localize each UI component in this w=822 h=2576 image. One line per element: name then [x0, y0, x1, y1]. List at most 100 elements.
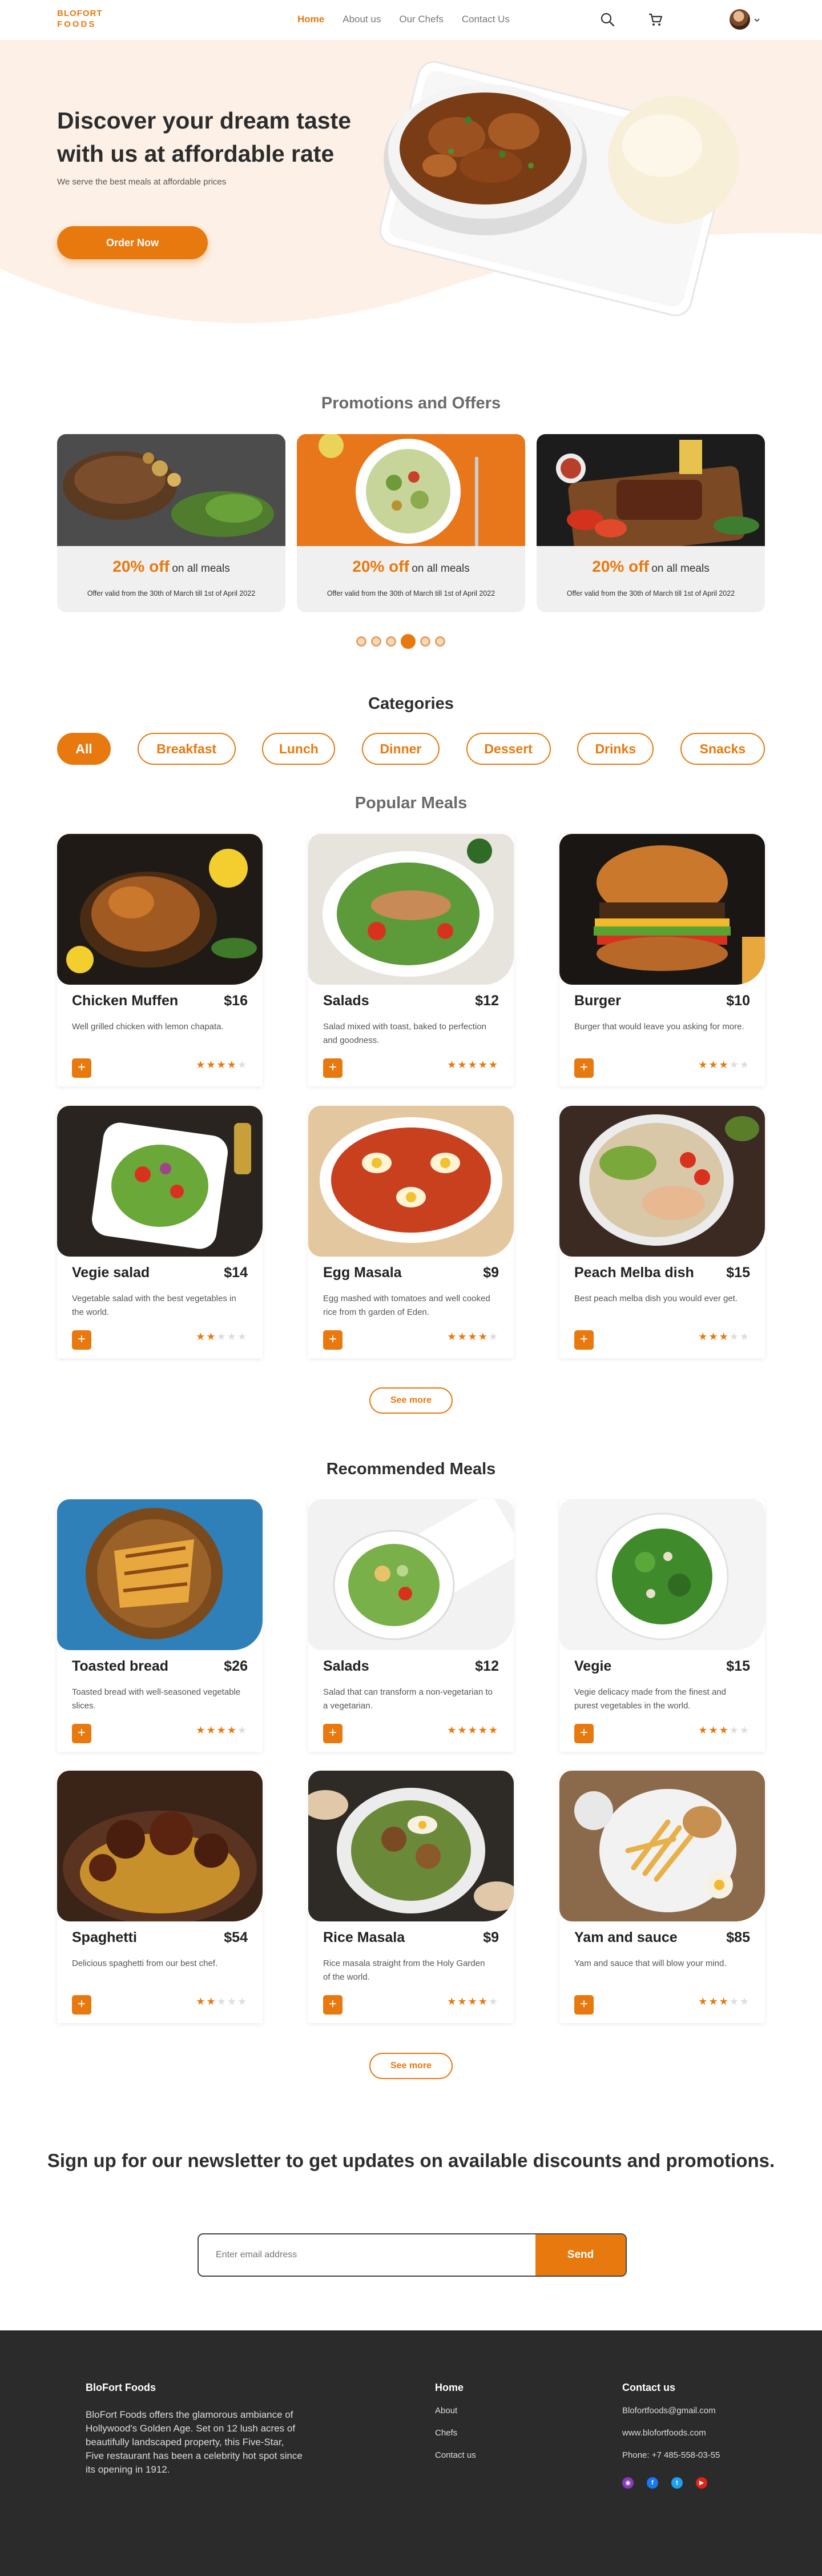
meal-image-rice-masala	[308, 1771, 514, 1921]
meal-card[interactable]: Vegie salad $14 Vegetable salad with the…	[57, 1106, 263, 1358]
footer-contact-heading: Contact us	[622, 2382, 676, 2393]
star-filled-icon: ★	[478, 1996, 489, 2007]
meal-card[interactable]: Rice Masala $9 Rice masala straight from…	[308, 1771, 514, 2023]
meal-card[interactable]: Toasted bread $26 Toasted bread with wel…	[57, 1499, 263, 1752]
user-avatar[interactable]	[730, 9, 750, 30]
hero-food-image	[379, 61, 739, 316]
category-dinner[interactable]: Dinner	[361, 733, 440, 765]
star-rating: ★★★★★	[447, 1724, 499, 1736]
meal-card[interactable]: Chicken Muffen $16 Well grilled chicken …	[57, 834, 263, 1086]
newsletter-send-button[interactable]: Send	[535, 2234, 626, 2276]
meal-name: Salads	[323, 993, 369, 1009]
cart-icon[interactable]	[647, 11, 663, 27]
footer-website[interactable]: www.blofortfoods.com	[622, 2428, 706, 2438]
carousel-dot[interactable]	[386, 636, 396, 647]
add-to-cart-button[interactable]: +	[574, 1724, 594, 1743]
meal-price: $12	[475, 1658, 499, 1674]
footer-email[interactable]: Blofortfoods@gmail.com	[622, 2406, 716, 2415]
brand-logo[interactable]: BLOFORT FOODS	[57, 8, 103, 30]
star-filled-icon: ★	[196, 1059, 207, 1070]
category-all[interactable]: All	[57, 733, 111, 765]
meal-price: $15	[726, 1265, 750, 1281]
promo-validity: Offer valid from the 30th of March till …	[87, 589, 256, 597]
star-filled-icon: ★	[708, 1996, 719, 2007]
chevron-down-icon[interactable]	[754, 17, 760, 23]
promo-card[interactable]: 20% off on all meals Offer valid from th…	[57, 434, 285, 612]
star-filled-icon: ★	[227, 1059, 237, 1070]
carousel-dot[interactable]	[435, 636, 445, 647]
star-rating: ★★★★★	[196, 1996, 248, 2008]
meal-description: Delicious spaghetti from our best chef.	[72, 1959, 218, 1968]
youtube-icon[interactable]: ▶	[696, 2477, 707, 2489]
add-to-cart-button[interactable]: +	[72, 1058, 91, 1078]
popular-see-more-button[interactable]: See more	[369, 1387, 453, 1414]
add-to-cart-button[interactable]: +	[574, 1058, 594, 1078]
nav-link-about[interactable]: About us	[342, 14, 381, 25]
meal-price: $16	[224, 993, 248, 1009]
add-to-cart-button[interactable]: +	[574, 1995, 594, 2015]
meal-price: $26	[224, 1658, 248, 1674]
meal-description: Toasted bread with well-seasoned vegetab…	[72, 1687, 241, 1711]
nav-link-chefs[interactable]: Our Chefs	[399, 14, 443, 25]
footer-link-chefs[interactable]: Chefs	[435, 2428, 457, 2438]
category-dessert[interactable]: Dessert	[466, 733, 551, 765]
order-now-button[interactable]: Order Now	[57, 226, 208, 259]
carousel-dot[interactable]	[420, 636, 430, 647]
nav-link-home[interactable]: Home	[297, 14, 324, 25]
category-lunch[interactable]: Lunch	[262, 733, 336, 765]
meal-card[interactable]: Peach Melba dish $15 Best peach melba di…	[559, 1106, 765, 1358]
add-to-cart-button[interactable]: +	[72, 1330, 91, 1350]
nav-link-contact[interactable]: Contact Us	[462, 14, 510, 25]
promo-label: on all meals	[172, 563, 230, 575]
carousel-dot[interactable]	[371, 636, 381, 647]
star-filled-icon: ★	[447, 1996, 458, 2007]
footer-link-contact[interactable]: Contact us	[435, 2450, 476, 2460]
add-to-cart-button[interactable]: +	[323, 1995, 342, 2015]
meal-card[interactable]: Vegie $15 Vegie delicacy made from the f…	[559, 1499, 765, 1752]
hero-subtitle: We serve the best meals at affordable pr…	[57, 177, 227, 187]
star-filled-icon: ★	[206, 1331, 217, 1342]
category-drinks[interactable]: Drinks	[577, 733, 654, 765]
meal-price: $14	[224, 1265, 248, 1281]
promo-card[interactable]: 20% off on all meals Offer valid from th…	[297, 434, 525, 612]
add-to-cart-button[interactable]: +	[323, 1724, 342, 1743]
hero-title: Discover your dream taste with us at aff…	[57, 107, 352, 167]
meal-name: Vegie salad	[72, 1265, 150, 1281]
meal-card[interactable]: Egg Masala $9 Egg mashed with tomatoes a…	[308, 1106, 514, 1358]
carousel-dot-active[interactable]	[401, 634, 416, 649]
star-rating: ★★★★★	[196, 1059, 248, 1071]
star-rating: ★★★★★	[196, 1724, 248, 1736]
carousel-dot[interactable]	[356, 636, 366, 647]
add-to-cart-button[interactable]: +	[72, 1995, 91, 2015]
footer: BloFort Foods BloFort Foods offers the g…	[0, 2330, 822, 2576]
add-to-cart-button[interactable]: +	[323, 1330, 342, 1350]
star-filled-icon: ★	[478, 1331, 489, 1342]
star-empty-icon: ★	[729, 1059, 740, 1070]
twitter-icon[interactable]: t	[671, 2477, 683, 2489]
meal-card[interactable]: Salads $12 Salad mixed with toast, baked…	[308, 834, 514, 1086]
recommended-see-more-button[interactable]: See more	[369, 2053, 453, 2079]
newsletter-email-input[interactable]	[216, 2234, 501, 2276]
promo-card[interactable]: 20% off on all meals Offer valid from th…	[537, 434, 765, 612]
add-to-cart-button[interactable]: +	[72, 1724, 91, 1743]
search-icon[interactable]	[599, 11, 615, 27]
meal-name: Egg Masala	[323, 1265, 402, 1281]
meal-card[interactable]: Burger $10 Burger that would leave you a…	[559, 834, 765, 1086]
meal-card[interactable]: Yam and sauce $85 Yam and sauce that wil…	[559, 1771, 765, 2023]
meal-description: Well grilled chicken with lemon chapata.	[72, 1022, 224, 1032]
star-filled-icon: ★	[478, 1724, 489, 1736]
footer-link-about[interactable]: About	[435, 2406, 457, 2415]
add-to-cart-button[interactable]: +	[323, 1058, 342, 1078]
star-rating: ★★★★★	[698, 1059, 750, 1071]
promotions-title: Promotions and Offers	[321, 394, 501, 412]
star-empty-icon: ★	[729, 1996, 740, 2007]
meal-image-toasted-bread	[57, 1499, 263, 1650]
add-to-cart-button[interactable]: +	[574, 1330, 594, 1350]
meal-card[interactable]: Salads $12 Salad that can transform a no…	[308, 1499, 514, 1752]
category-breakfast[interactable]: Breakfast	[137, 733, 236, 765]
star-filled-icon: ★	[468, 1724, 478, 1736]
instagram-icon[interactable]: ◉	[622, 2477, 634, 2489]
facebook-icon[interactable]: f	[647, 2477, 658, 2489]
meal-card[interactable]: Spaghetti $54 Delicious spaghetti from o…	[57, 1771, 263, 2023]
category-snacks[interactable]: Snacks	[680, 733, 765, 765]
